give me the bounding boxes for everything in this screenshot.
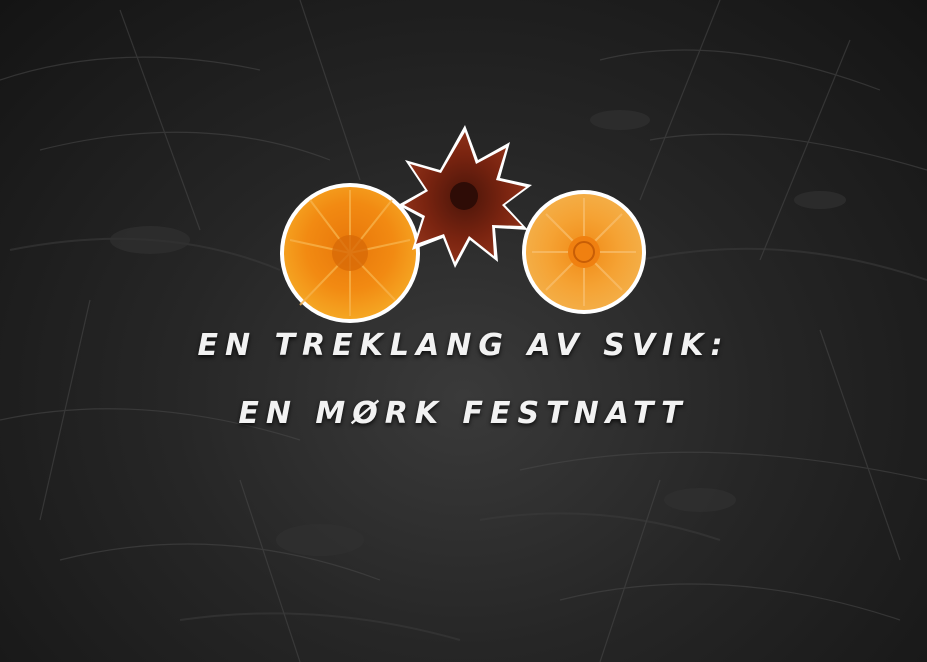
orange-dandelion-left	[280, 183, 420, 323]
title-line-1: EN TREKLANG AV SVIK:	[197, 328, 730, 363]
dark-red-dandelion-middle	[398, 125, 532, 268]
orange-dandelion-right	[522, 190, 646, 314]
poster: EN TREKLANG AV SVIK: EN MØRK FESTNATT	[0, 0, 927, 662]
title-line-2: EN MØRK FESTNATT	[238, 396, 689, 431]
